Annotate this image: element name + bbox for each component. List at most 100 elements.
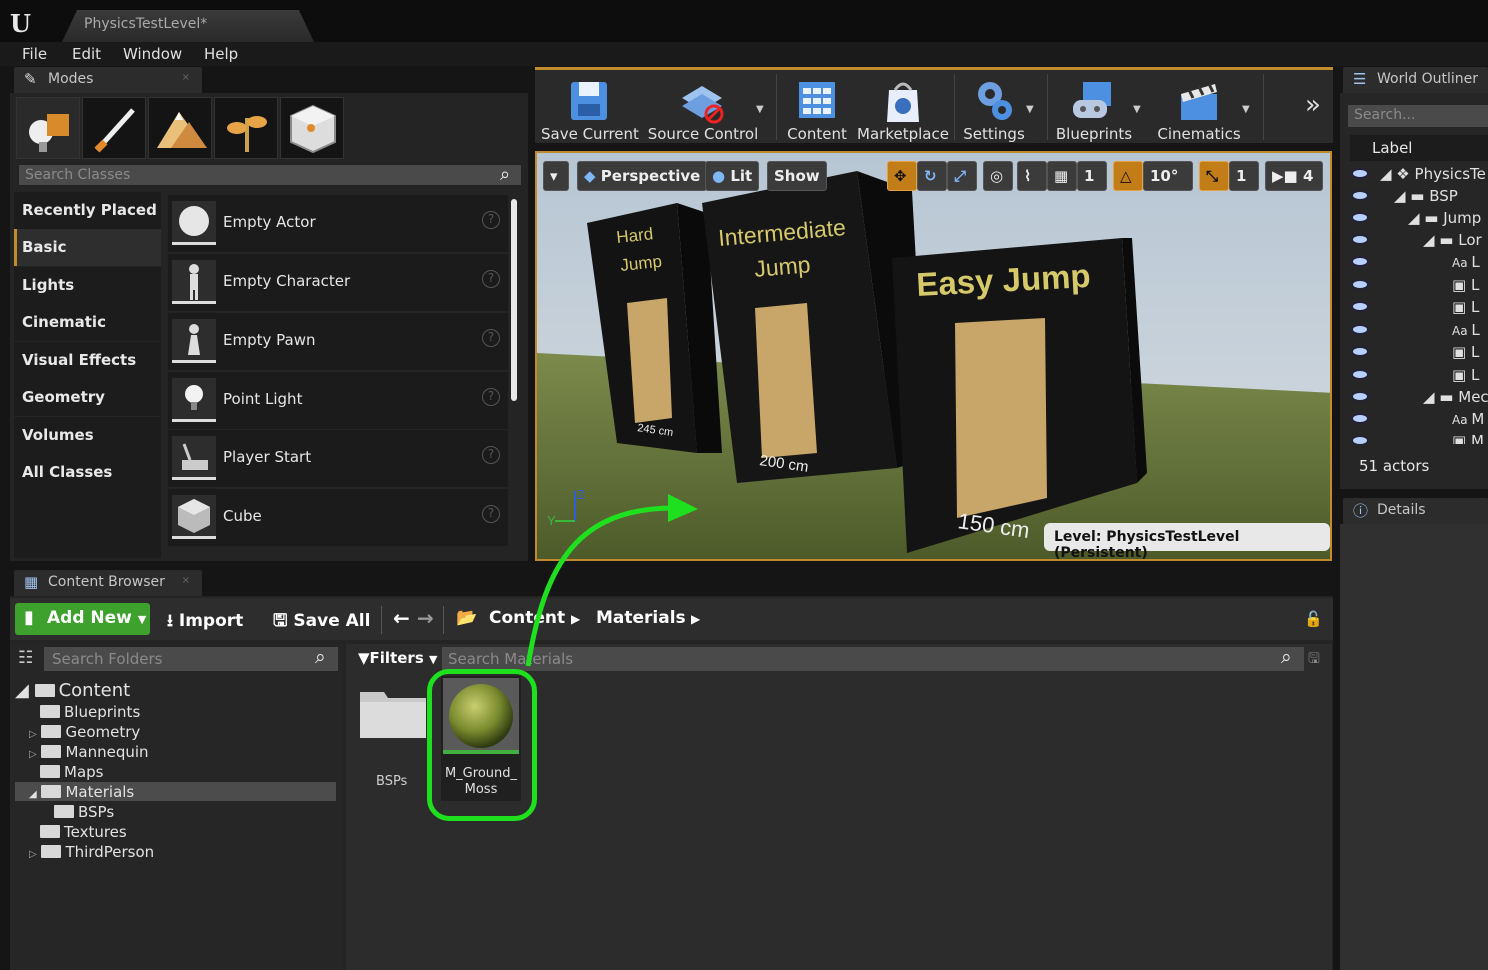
chevron-down-icon[interactable]: ▼ [1242, 104, 1250, 115]
help-icon[interactable]: ? [482, 329, 500, 347]
level-tab[interactable]: PhysicsTestLevel* [62, 10, 314, 42]
source-control-button[interactable]: Source Control [645, 74, 761, 144]
filters-button[interactable]: ▼Filters ▼ [358, 649, 437, 667]
folder-tile-bsps[interactable] [360, 688, 426, 738]
grid-snap-value[interactable]: 1 [1077, 161, 1107, 191]
category-recently-placed[interactable]: Recently Placed [14, 192, 161, 229]
place-item-cube[interactable]: Cube ? [168, 489, 508, 546]
tree-item-geometry[interactable]: ▷ Geometry [29, 723, 140, 741]
tree-item-thirdperson[interactable]: ▷ ThirdPerson [29, 843, 154, 861]
search-classes-input[interactable]: Search Classes [18, 164, 522, 186]
world-outliner-tab[interactable]: ☰ World Outliner [1343, 67, 1488, 93]
foliage-mode-button[interactable] [214, 97, 278, 159]
place-item-empty-pawn[interactable]: Empty Pawn ? [168, 313, 508, 370]
help-icon[interactable]: ? [482, 505, 500, 523]
place-mode-button[interactable] [16, 97, 80, 159]
close-icon[interactable]: × [182, 575, 190, 586]
menu-file[interactable]: File [22, 45, 47, 63]
menu-window[interactable]: Window [123, 45, 182, 63]
breadcrumb-content[interactable]: Content [489, 608, 565, 628]
outliner-row[interactable]: ▣ L [1348, 296, 1488, 318]
eye-icon[interactable] [1351, 190, 1369, 201]
outliner-search-input[interactable]: Search... [1348, 105, 1488, 127]
eye-icon[interactable] [1351, 212, 1369, 223]
marketplace-button[interactable]: Marketplace [857, 74, 949, 144]
chevron-down-icon[interactable]: ▼ [1026, 104, 1034, 115]
tree-item-bsps[interactable]: BSPs [54, 803, 114, 821]
tree-item-blueprints[interactable]: Blueprints [40, 703, 140, 721]
outliner-row[interactable]: ◢ ▬ Jump [1348, 207, 1488, 229]
eye-icon[interactable] [1351, 435, 1369, 444]
grid-snap-icon[interactable]: ▦ [1047, 161, 1077, 191]
save-all-button[interactable]: 🖫 Save All [273, 608, 370, 637]
breadcrumb-arrow-icon[interactable]: ▶ [691, 612, 700, 626]
outliner-label-column[interactable]: Label [1350, 135, 1488, 161]
eye-icon[interactable] [1351, 413, 1369, 424]
rotation-snap-value[interactable]: 10° [1143, 161, 1193, 191]
outliner-row[interactable]: ▣ L [1348, 341, 1488, 363]
save-current-button[interactable]: Save Current [541, 74, 639, 144]
rotate-tool-icon[interactable]: ↻ [917, 161, 947, 191]
help-icon[interactable]: ? [482, 446, 500, 464]
outliner-row[interactable]: Aa L [1348, 251, 1488, 273]
landscape-mode-button[interactable] [148, 97, 212, 159]
camera-speed-button[interactable]: ▶■ 4 [1265, 161, 1323, 191]
search-icon[interactable]: ⌕ [315, 646, 326, 668]
scrollbar-thumb[interactable] [511, 199, 517, 401]
help-icon[interactable]: ? [482, 211, 500, 229]
outliner-row[interactable]: Aa M [1348, 408, 1488, 430]
close-icon[interactable]: × [182, 72, 190, 83]
category-cinematic[interactable]: Cinematic [14, 304, 161, 341]
category-geometry[interactable]: Geometry [14, 379, 161, 416]
category-visual-effects[interactable]: Visual Effects [14, 342, 161, 379]
back-arrow-icon[interactable]: ← [393, 606, 410, 630]
lit-button[interactable]: ● Lit [705, 161, 760, 191]
help-icon[interactable]: ? [482, 388, 500, 406]
details-tab[interactable]: ⓘ Details [1343, 498, 1488, 524]
modes-tab[interactable]: ✎ Modes × [14, 67, 202, 93]
tree-item-materials[interactable]: ◢ Materials [29, 783, 134, 801]
surface-snap-icon[interactable]: ⌇ [1017, 161, 1047, 191]
eye-icon[interactable] [1351, 324, 1369, 335]
breadcrumb-arrow-icon[interactable]: ▶ [571, 612, 580, 626]
category-basic[interactable]: Basic [14, 229, 161, 266]
tree-item-content[interactable]: ◢ Content [15, 680, 130, 701]
content-browser-tab[interactable]: ▦ Content Browser × [14, 570, 202, 596]
toggle-sources-icon[interactable]: ☷ [18, 648, 33, 668]
breadcrumb-materials[interactable]: Materials [596, 608, 686, 628]
category-all-classes[interactable]: All Classes [14, 454, 161, 558]
chevron-down-icon[interactable]: ▼ [1133, 104, 1141, 115]
outliner-row[interactable]: ◢ ▬ BSP [1348, 185, 1488, 207]
eye-icon[interactable] [1351, 301, 1369, 312]
eye-icon[interactable] [1351, 256, 1369, 267]
help-icon[interactable]: ? [482, 270, 500, 288]
import-button[interactable]: ⭳ Import [167, 608, 243, 637]
category-lights[interactable]: Lights [14, 267, 161, 304]
chevron-down-icon[interactable]: ▼ [756, 104, 764, 115]
save-search-icon[interactable]: 🖫 [1308, 648, 1320, 672]
forward-arrow-icon[interactable]: → [417, 606, 434, 630]
paint-mode-button[interactable] [82, 97, 146, 159]
search-icon[interactable]: ⌕ [1281, 646, 1292, 668]
category-volumes[interactable]: Volumes [14, 417, 161, 454]
rotation-snap-icon[interactable]: △ [1113, 161, 1143, 191]
geometry-edit-mode-button[interactable] [280, 97, 344, 159]
scale-tool-icon[interactable]: ⤢ [947, 161, 977, 191]
place-item-empty-character[interactable]: Empty Character ? [168, 254, 508, 311]
place-item-point-light[interactable]: Point Light ? [168, 372, 508, 429]
tree-item-maps[interactable]: Maps [40, 763, 103, 781]
outliner-row[interactable]: ◢ ▬ Lor [1348, 229, 1488, 251]
blueprints-button[interactable]: Blueprints [1053, 74, 1135, 144]
outliner-row[interactable]: ▣ L [1348, 274, 1488, 296]
content-button[interactable]: Content [785, 74, 849, 144]
cinematics-button[interactable]: Cinematics [1155, 74, 1243, 144]
place-item-player-start[interactable]: Player Start ? [168, 430, 508, 487]
tree-item-mannequin[interactable]: ▷ Mannequin [29, 743, 149, 761]
menu-edit[interactable]: Edit [72, 45, 101, 63]
place-item-empty-actor[interactable]: Empty Actor ? [168, 195, 508, 252]
menu-help[interactable]: Help [204, 45, 238, 63]
eye-icon[interactable] [1351, 391, 1369, 402]
viewport-options-button[interactable]: ▾ [543, 161, 569, 191]
scale-snap-icon[interactable]: ⤡ [1199, 161, 1229, 191]
settings-button[interactable]: Settings [960, 74, 1028, 144]
